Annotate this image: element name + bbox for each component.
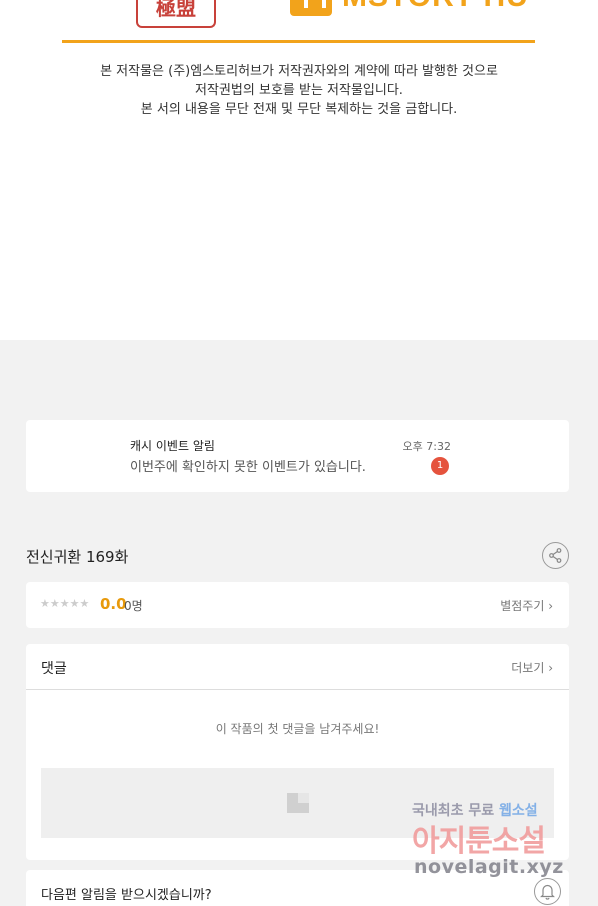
notice-line: 본 서의 내용을 무단 전재 및 무단 복제하는 것을 금합니다. [140, 102, 458, 117]
event-message: 이번주에 확인하지 못한 이벤트가 있습니다. [130, 460, 366, 475]
publisher-seal-logo: 極盟 [136, 0, 216, 28]
copyright-notice: 본 저작물은 (주)엠스토리허브가 저작권자와의 계약에 따라 발행한 것으로 … [0, 62, 598, 119]
watermark-site-name: 아지툰소설 [412, 824, 546, 859]
mstory-logo-icon [290, 0, 332, 16]
event-notification[interactable]: 캐시 이벤트 알림 이번주에 확인하지 못한 이벤트가 있습니다. 오후 7:3… [26, 420, 569, 492]
comments-empty-message: 이 작품의 첫 댓글을 남겨주세요! [215, 722, 380, 736]
rate-button[interactable]: 별점주기 › [500, 597, 553, 614]
divider [62, 40, 535, 43]
copyright-section: 極盟 MSTORY HUB 본 저작물은 (주)엠스토리허브가 저작권자와의 계… [0, 0, 598, 340]
watermark-domain: novelagit.xyz [414, 856, 564, 878]
seal-text: 極盟 [156, 0, 196, 20]
comments-header: 댓글 더보기 › [26, 644, 569, 690]
notice-line: 저작권법의 보호를 받는 저작물입니다. [195, 83, 403, 98]
image-placeholder-icon [287, 793, 309, 813]
star-rating-icon: ★★★★★ [40, 597, 90, 610]
comments-more-link[interactable]: 더보기 › [511, 659, 553, 676]
unread-badge: 1 [431, 457, 449, 475]
event-time: 오후 7:32 [402, 440, 451, 453]
next-episode-label: 다음편 알림을 받으시겠습니까? [41, 888, 212, 903]
share-icon [549, 548, 562, 563]
site-watermark: 국내최초 무료 웹소설 아지툰소설 novelagit.xyz [412, 800, 598, 890]
event-title: 캐시 이벤트 알림 [130, 439, 215, 453]
comments-label: 댓글 [41, 661, 67, 677]
brand-name: MSTORY HUB [342, 0, 530, 14]
rating-count: 0명 [124, 599, 143, 613]
episode-title: 전신귀환 169화 [26, 548, 129, 566]
notice-line: 본 저작물은 (주)엠스토리허브가 저작권자와의 계약에 따라 발행한 것으로 [100, 64, 498, 79]
share-button[interactable] [542, 542, 569, 569]
rating-bar: ★★★★★ 0.0 0명 별점주기 › [26, 582, 569, 628]
mstory-hub-logo: MSTORY HUB [290, 0, 530, 16]
rating-score: 0.0 [100, 595, 127, 613]
